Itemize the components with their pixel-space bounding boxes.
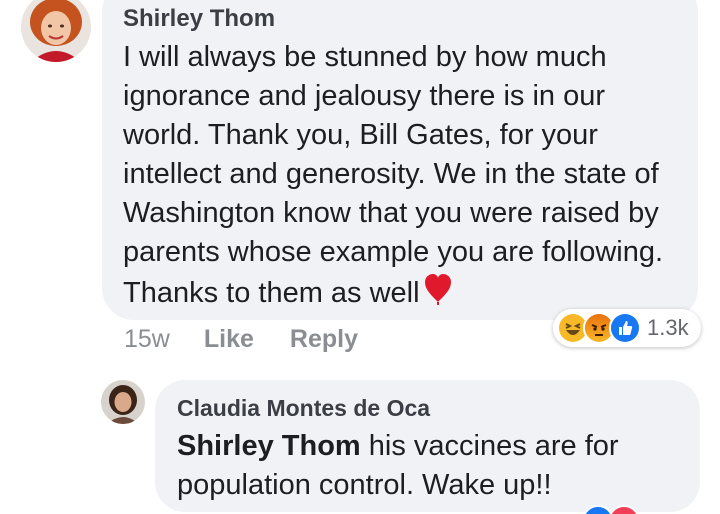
mention-link[interactable]: Shirley Thom [177,430,361,462]
comment-text: Shirley Thom his vaccines are for popula… [177,427,697,505]
comment-thread: Shirley Thom I will always be stunned by… [0,0,720,514]
love-icon [608,505,640,514]
profile-photo-icon [21,0,91,62]
like-button[interactable]: Like [204,325,254,354]
comment-author[interactable]: Claudia Montes de Oca [177,395,430,422]
comment-text: I will always be stunned by how much ign… [123,38,683,313]
reaction-summary[interactable] [582,505,640,514]
reply-button[interactable]: Reply [290,325,358,354]
comment-actions: 15w Like Reply [124,325,358,354]
profile-photo-icon [101,380,145,424]
red-heart-emoji-icon [424,274,451,305]
comment-author[interactable]: Shirley Thom [123,5,275,33]
avatar[interactable] [21,0,91,62]
like-icon [609,312,641,344]
avatar[interactable] [101,380,145,424]
comment-timestamp[interactable]: 15w [124,325,170,354]
comment-body: I will always be stunned by how much ign… [123,41,664,309]
reaction-summary[interactable]: 1.3k [553,309,701,347]
reaction-count: 1.3k [647,315,689,340]
